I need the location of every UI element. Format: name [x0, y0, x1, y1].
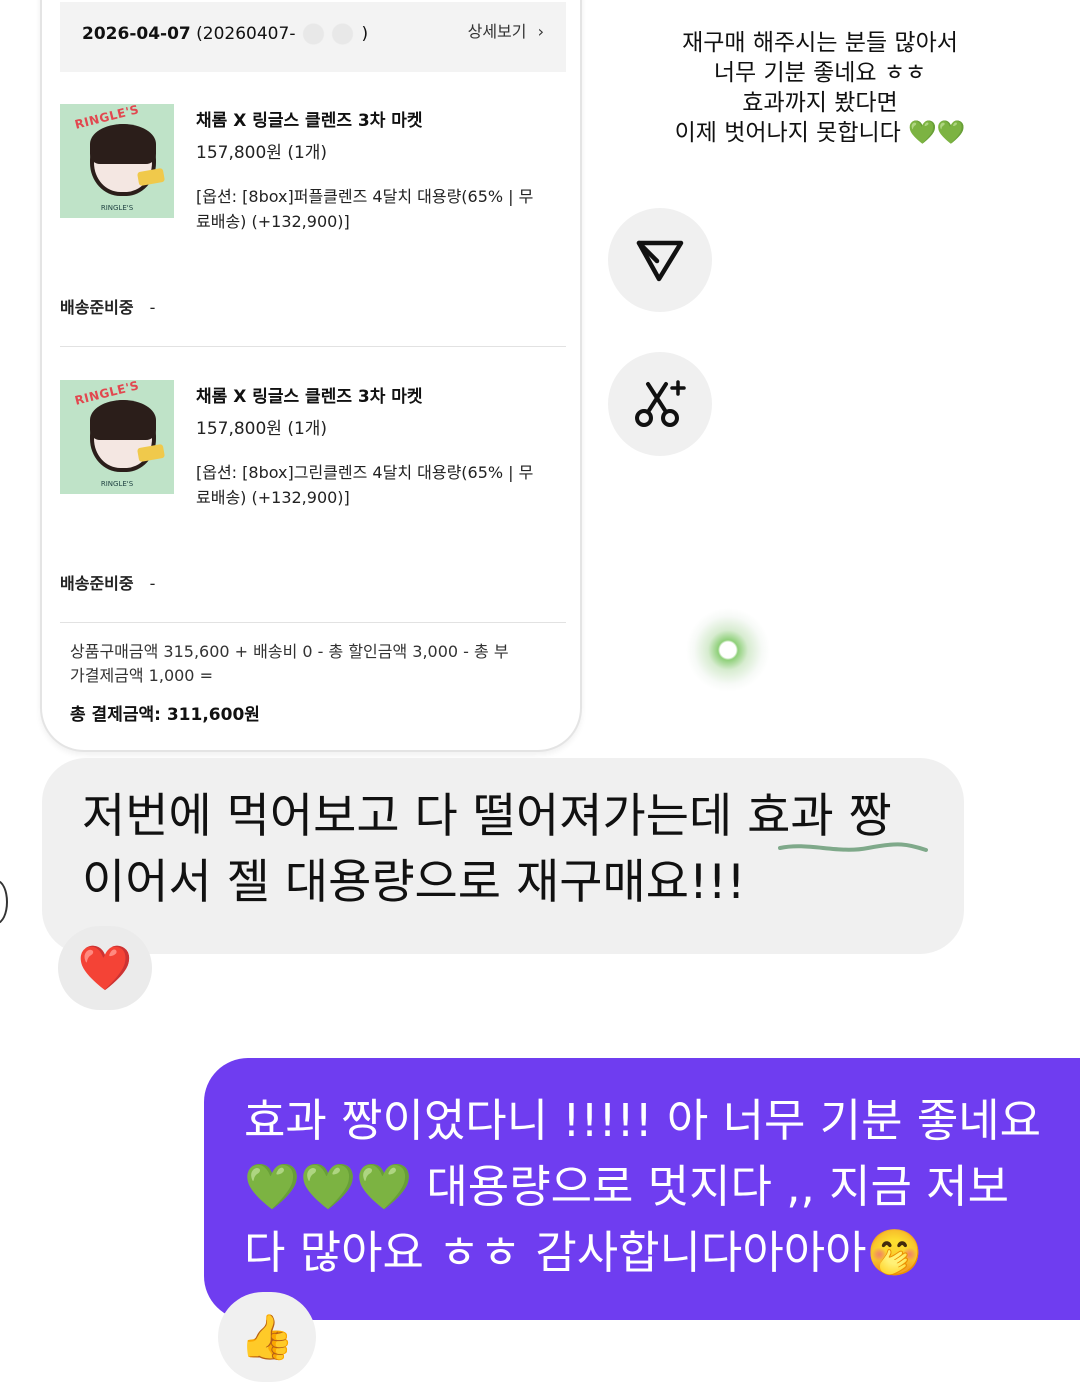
item-price: 157,800원 (1개) — [196, 419, 328, 439]
story-caption: 재구매 해주시는 분들 많아서 너무 기분 좋네요 ㅎㅎ 효과까지 봤다면 이제… — [674, 30, 966, 146]
item-option: [옵션: [8box]그린클렌즈 4달치 대용량(65% | 무료배송) (+1… — [196, 463, 534, 507]
incoming-message-bubble[interactable]: 저번에 먹어보고 다 떨어져가는데 효과 짱 이어서 젤 대용량으로 재구매요!… — [42, 758, 964, 954]
paper-plane-icon — [636, 240, 684, 282]
shipping-status: 배송준비중 - — [60, 298, 156, 317]
edge-decoration — [0, 880, 8, 924]
detail-link[interactable]: 상세보기 › — [468, 18, 544, 42]
send-button[interactable] — [608, 208, 712, 312]
order-item[interactable]: RINGLE'S RINGLE'S 채롬 X 링글스 클렌즈 3차 마켓 157… — [60, 380, 566, 560]
underline-scribble — [778, 842, 928, 852]
blurred-order-number — [295, 22, 362, 46]
order-item[interactable]: RINGLE'S RINGLE'S 채롬 X 링글스 클렌즈 3차 마켓 157… — [60, 104, 566, 284]
touch-indicator — [686, 608, 770, 692]
divider — [60, 346, 566, 347]
heart-reaction[interactable]: ❤️ — [58, 926, 152, 1010]
order-card: 2026-04-07 (20260407-) 상세보기 › RINGLE'S R… — [40, 0, 582, 752]
outgoing-message-bubble[interactable]: 효과 짱이었다니 !!!!! 아 너무 기분 좋네요 💚💚💚 대용량으로 멋지다… — [204, 1058, 1080, 1320]
order-header: 2026-04-07 (20260407-) 상세보기 › — [60, 2, 566, 72]
chevron-right-icon: › — [537, 22, 544, 41]
payment-total: 총 결제금액: 311,600원 — [70, 705, 260, 725]
thumbs-up-reaction[interactable]: 👍 — [218, 1292, 316, 1382]
effects-button[interactable] — [608, 352, 712, 456]
scissors-sparkle-icon — [635, 380, 686, 427]
product-thumbnail: RINGLE'S RINGLE'S — [60, 380, 174, 494]
heart-icon: ❤️ — [77, 943, 133, 994]
divider — [60, 622, 566, 623]
item-price: 157,800원 (1개) — [196, 143, 328, 163]
outgoing-message-text: 효과 짱이었다니 !!!!! 아 너무 기분 좋네요 💚💚💚 대용량으로 멋지다… — [244, 1094, 1042, 1279]
shipping-status: 배송준비중 - — [60, 574, 156, 593]
item-option: [옵션: [8box]퍼플클렌즈 4달치 대용량(65% | 무료배송) (+1… — [196, 187, 534, 231]
order-date: 2026-04-07 (20260407-) — [82, 22, 369, 46]
item-title: 채롬 X 링글스 클렌즈 3차 마켓 — [196, 111, 423, 131]
item-title: 채롬 X 링글스 클렌즈 3차 마켓 — [196, 387, 423, 407]
payment-summary: 상품구매금액 315,600 + 배송비 0 - 총 할인금액 3,000 - … — [70, 642, 509, 685]
product-thumbnail: RINGLE'S RINGLE'S — [60, 104, 174, 218]
thumbs-up-icon: 👍 — [239, 1312, 295, 1363]
